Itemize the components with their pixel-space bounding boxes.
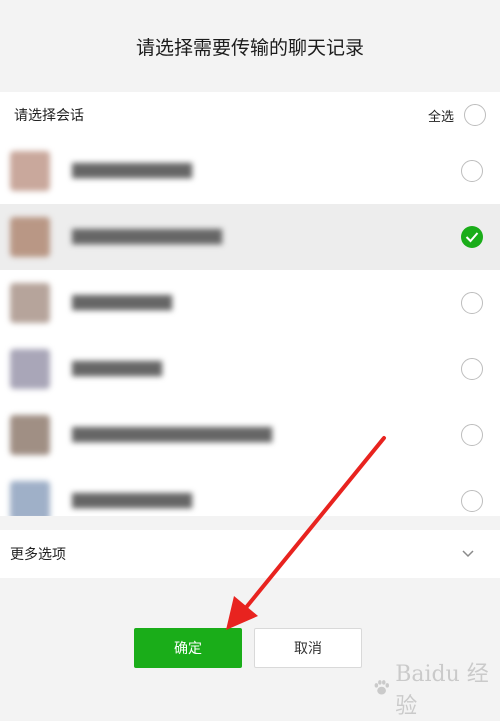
conversation-name-blurred: ████████████ bbox=[72, 163, 192, 179]
conversation-panel: 请选择会话 全选 ████████████ ███████████████ ██… bbox=[0, 92, 500, 516]
baidu-watermark: Baidu 经验 bbox=[372, 662, 496, 719]
chevron-down-icon bbox=[462, 550, 474, 558]
paw-icon bbox=[374, 680, 390, 695]
list-item[interactable]: █████████ bbox=[0, 336, 500, 402]
row-checkbox[interactable] bbox=[461, 490, 483, 512]
select-conversation-label: 请选择会话 bbox=[14, 108, 84, 124]
more-options-label: 更多选项 bbox=[10, 547, 66, 563]
select-all-label: 全选 bbox=[427, 109, 454, 125]
cancel-button[interactable]: 取消 bbox=[254, 628, 362, 668]
avatar bbox=[10, 481, 50, 516]
list-item[interactable]: ██████████ bbox=[0, 270, 500, 336]
avatar bbox=[10, 349, 50, 389]
conversation-list: ████████████ ███████████████ ██████████ … bbox=[0, 138, 500, 516]
conversation-name-blurred: █████████ bbox=[72, 361, 162, 377]
row-checkbox[interactable] bbox=[461, 424, 483, 446]
conversation-name-blurred: ██████████ bbox=[72, 295, 172, 311]
row-checkbox[interactable] bbox=[461, 292, 483, 314]
list-item[interactable]: ████████████████████ bbox=[0, 402, 500, 468]
check-icon bbox=[465, 232, 479, 243]
conversation-name-blurred: ███████████████ bbox=[72, 229, 222, 245]
list-item[interactable]: ████████████ bbox=[0, 138, 500, 204]
list-item[interactable]: ███████████████ bbox=[0, 204, 500, 270]
select-all-toggle[interactable]: 全选 bbox=[428, 104, 486, 126]
conversation-name-blurred: ████████████ bbox=[72, 493, 192, 509]
avatar bbox=[10, 283, 50, 323]
confirm-button[interactable]: 确定 bbox=[134, 628, 242, 668]
avatar bbox=[10, 217, 50, 257]
dialog-title: 请选择需要传输的聊天记录 bbox=[0, 0, 500, 92]
watermark-text: Baidu 经验 bbox=[395, 662, 489, 719]
avatar bbox=[10, 151, 50, 191]
row-checkbox[interactable] bbox=[461, 358, 483, 380]
select-all-checkbox[interactable] bbox=[464, 104, 486, 126]
list-item[interactable]: ████████████ bbox=[0, 468, 500, 516]
avatar bbox=[10, 415, 50, 455]
more-options-row[interactable]: 更多选项 bbox=[0, 530, 500, 578]
conversation-name-blurred: ████████████████████ bbox=[72, 427, 272, 443]
row-checkbox-checked[interactable] bbox=[461, 226, 483, 248]
annotation-arrow-head bbox=[226, 596, 258, 630]
row-checkbox[interactable] bbox=[461, 160, 483, 182]
conversation-header: 请选择会话 全选 bbox=[0, 92, 500, 138]
dialog-title-text: 请选择需要传输的聊天记录 bbox=[135, 36, 364, 59]
